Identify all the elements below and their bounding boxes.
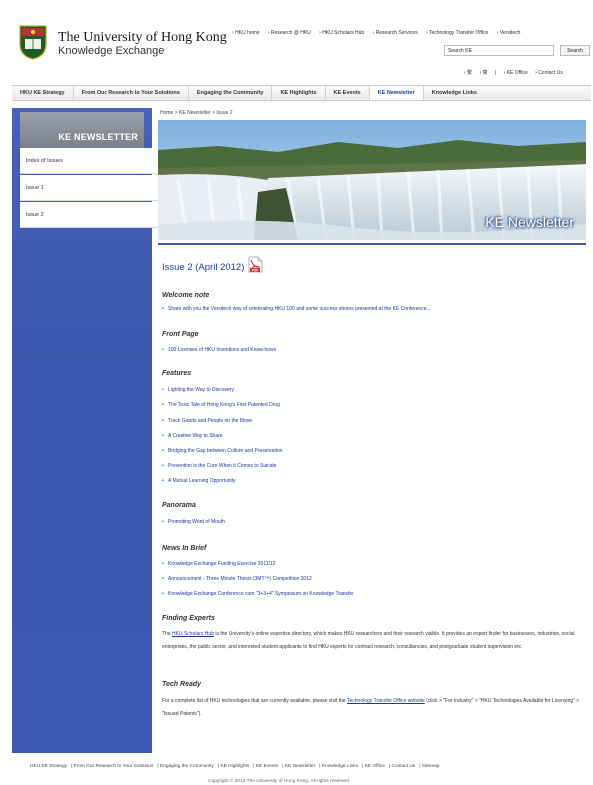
nav-research-solutions[interactable]: From Our Research to Your Solutions — [74, 86, 189, 100]
news-item-3[interactable]: Knowledge Exchange Conference cum "3+3+4… — [162, 591, 354, 597]
toplink-hku-home[interactable]: › HKU home — [232, 30, 260, 36]
sidebar-item-index[interactable]: Index of Issues — [20, 148, 158, 174]
toplink-tto[interactable]: › Technology Transfer Office — [426, 30, 488, 36]
site-subtitle[interactable]: Knowledge Exchange — [58, 45, 164, 57]
tech-paragraph: For a complete list of HKU technologies … — [162, 695, 586, 720]
content-divider — [158, 243, 586, 245]
footer-link-ke-office[interactable]: KE Office — [365, 764, 385, 769]
feature-item-5[interactable]: Bridging the Gap between Culture and Pre… — [162, 448, 282, 454]
university-title[interactable]: The University of Hong Kong — [58, 30, 227, 46]
news-item-2[interactable]: Announcement - Three Minute Thesis (3MT™… — [162, 576, 312, 582]
nav-ke-newsletter[interactable]: KE Newsletter — [369, 86, 424, 100]
pdf-icon[interactable]: PDF — [247, 256, 263, 273]
toplink-versitech[interactable]: › Versitech — [497, 30, 521, 36]
news-item-1[interactable]: Knowledge Exchange Funding Exercise 2011… — [162, 561, 276, 567]
issue-title: Issue 2 (April 2012) — [162, 262, 245, 273]
copyright: Copyright © 2012 The University of Hong … — [208, 779, 351, 784]
feature-item-2[interactable]: The Toxic Tale of Hong Kong's First Pate… — [162, 402, 280, 408]
top-links: › HKU home › Research @ HKU › HKU Schola… — [232, 30, 527, 36]
footer-link-ke-newsletter[interactable]: KE Newsletter — [285, 764, 315, 769]
sidebar: KE NEWSLETTER Index of Issues Issue 1 Is… — [12, 108, 158, 753]
footer-links: HKU KE Strategy | From Our Research to Yo… — [30, 764, 440, 769]
tech-text-pre: For a complete list of HKU technologies … — [162, 698, 347, 704]
list-item-welcome[interactable]: Share with you the Versitech way of cele… — [162, 306, 431, 312]
experts-paragraph: The HKU Scholars Hub is the University's… — [162, 628, 586, 653]
footer-link-ke-events[interactable]: KE Events — [256, 764, 278, 769]
ke-office-link[interactable]: › KE Office — [504, 70, 528, 76]
section-heading-features: Features — [162, 370, 192, 377]
nav-ke-events[interactable]: KE Events — [326, 86, 370, 100]
toplink-research-services[interactable]: › Research Services — [373, 30, 418, 36]
newsletter-banner: KE Newsletter — [158, 120, 586, 240]
section-heading-tech-ready: Tech Ready — [162, 681, 202, 688]
experts-text-pre: The — [162, 631, 173, 637]
section-heading-panorama: Panorama — [162, 502, 196, 509]
feature-item-1[interactable]: Lighting the Way to Discovery — [162, 387, 234, 393]
sidebar-item-issue-1[interactable]: Issue 1 — [20, 175, 158, 201]
list-item-panorama[interactable]: Promoting Word of Mouth — [162, 519, 225, 525]
hku-crest-logo[interactable] — [18, 24, 48, 60]
nav-ke-strategy[interactable]: HKU KE Strategy — [12, 86, 74, 100]
search-button[interactable]: Search — [560, 45, 590, 56]
lang-simplified-link[interactable]: › 简 — [479, 70, 487, 76]
footer-link-knowledge-links[interactable]: Knowledge Links — [322, 764, 358, 769]
footer-link-contact-us[interactable]: Contact Us — [391, 764, 415, 769]
utility-links: › 繁 › 简 | › KE Office › Contact Us — [464, 69, 569, 76]
banner-caption: KE Newsletter — [485, 214, 574, 230]
section-heading-welcome: Welcome note — [162, 292, 210, 299]
section-heading-news: News In Brief — [162, 545, 207, 552]
util-separator: | — [494, 70, 497, 76]
footer-link-ke-highlights[interactable]: KE Highlights — [220, 764, 249, 769]
feature-item-3[interactable]: Track Goods and People on the Move — [162, 418, 252, 424]
footer-link-sitemap[interactable]: Sitemap — [422, 764, 440, 769]
footer-link-research-solutions[interactable]: From Our Research to Your Solutions — [74, 764, 154, 769]
breadcrumb[interactable]: Home > KE Newsletter > Issue 2 — [160, 110, 233, 116]
feature-item-6[interactable]: Prevention is the Cure When it Comes to … — [162, 463, 276, 469]
feature-item-7[interactable]: A Mutual Learning Opportunity — [162, 478, 236, 484]
feature-item-4[interactable]: A Creative Way to Share — [162, 433, 223, 439]
toplink-research-hku[interactable]: › Research @ HKU — [268, 30, 311, 36]
site-header: The University of Hong Kong Knowledge Ex… — [0, 0, 593, 82]
lang-traditional-link[interactable]: › 繁 — [464, 70, 472, 76]
section-heading-front-page: Front Page — [162, 331, 199, 338]
sidebar-item-issue-2[interactable]: Issue 2 — [20, 202, 158, 228]
scholars-hub-link[interactable]: HKU Scholars Hub — [172, 631, 214, 637]
nav-knowledge-links[interactable]: Knowledge Links — [424, 86, 485, 100]
search-input[interactable]: Search KE — [444, 45, 554, 56]
svg-text:PDF: PDF — [252, 268, 258, 272]
section-heading-experts: Finding Experts — [162, 615, 215, 622]
contact-us-link[interactable]: › Contact Us — [535, 70, 563, 76]
list-item-front-page[interactable]: 100 Licenses of HKU Inventions and Know-… — [162, 347, 276, 353]
experts-text-post: is the University's online expertise dir… — [162, 631, 575, 650]
toplink-scholars-hub[interactable]: › HKU Scholars Hub — [319, 30, 364, 36]
main-nav: HKU KE Strategy From Our Research to You… — [12, 85, 591, 101]
nav-engaging-community[interactable]: Engaging the Community — [189, 86, 273, 100]
tto-website-link[interactable]: Technology Transfer Office website — [347, 698, 425, 704]
footer-link-ke-strategy[interactable]: HKU KE Strategy — [30, 764, 67, 769]
footer-link-engaging-community[interactable]: Engaging the Community — [160, 764, 214, 769]
nav-ke-highlights[interactable]: KE Highlights — [272, 86, 326, 100]
